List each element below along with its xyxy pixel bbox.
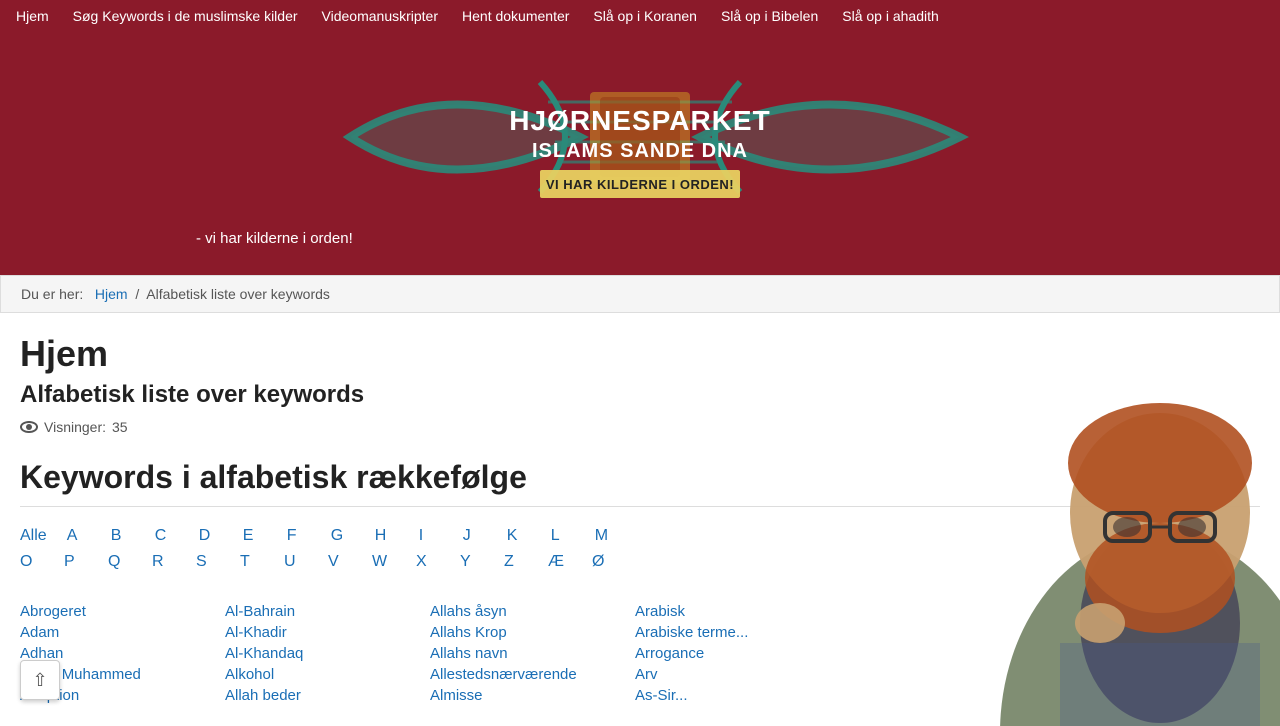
alpha-q[interactable]: Q: [108, 553, 132, 571]
eye-icon: [20, 421, 38, 433]
alpha-r[interactable]: R: [152, 553, 176, 571]
alpha-f[interactable]: F: [287, 527, 311, 545]
top-nav: Hjem Søg Keywords i de muslimske kilder …: [0, 0, 1280, 32]
keyword-arabisk[interactable]: Arabisk: [635, 601, 840, 622]
alpha-i[interactable]: I: [419, 527, 443, 545]
alpha-k[interactable]: K: [507, 527, 531, 545]
views-label: Visninger:: [44, 419, 106, 435]
nav-docs[interactable]: Hent dokumenter: [462, 8, 569, 24]
alpha-u[interactable]: U: [284, 553, 308, 571]
alpha-h[interactable]: H: [375, 527, 399, 545]
views-count: 35: [112, 419, 128, 435]
keyword-allestedsnærværende[interactable]: Allestedsnærværende: [430, 664, 635, 685]
nav-bible[interactable]: Slå op i Bibelen: [721, 8, 818, 24]
alpha-l[interactable]: L: [551, 527, 575, 545]
keyword-allahs-asyn[interactable]: Allahs åsyn: [430, 601, 635, 622]
scroll-top-button[interactable]: ⇧: [20, 660, 60, 700]
nav-search[interactable]: Søg Keywords i de muslimske kilder: [73, 8, 298, 24]
alpha-w[interactable]: W: [372, 553, 396, 571]
keyword-al-khandaq[interactable]: Al-Khandaq: [225, 643, 430, 664]
keyword-alkohol[interactable]: Alkohol: [225, 664, 430, 685]
nav-home[interactable]: Hjem: [16, 8, 49, 24]
alpha-z[interactable]: Z: [504, 553, 528, 571]
keyword-arv[interactable]: Arv: [635, 664, 840, 685]
site-logo: HJØRNESPARKET ISLAMS SANDE DNA VI HAR KI…: [300, 52, 980, 222]
main-content: Hjem Alfabetisk liste over keywords Visn…: [0, 313, 1280, 726]
page-subtitle: Alfabetisk liste over keywords: [20, 381, 1260, 409]
nav-video[interactable]: Videomanuskripter: [322, 8, 438, 24]
keyword-al-bahrain[interactable]: Al-Bahrain: [225, 601, 430, 622]
alpha-o[interactable]: O: [20, 553, 44, 571]
alpha-p[interactable]: P: [64, 553, 88, 571]
alpha-a[interactable]: A: [67, 527, 91, 545]
keyword-allah-beder[interactable]: Allah beder: [225, 685, 430, 706]
alpha-nav: Alle A B C D E F G H I J K L M O P Q R S…: [20, 527, 840, 571]
alpha-row2: O P Q R S T U V W X Y Z Æ Ø: [20, 553, 616, 571]
keyword-arrogance[interactable]: Arrogance: [635, 643, 840, 664]
alpha-b[interactable]: B: [111, 527, 135, 545]
alpha-v[interactable]: V: [328, 553, 352, 571]
breadcrumb-prefix: Du er her:: [21, 286, 83, 302]
page-title: Hjem: [20, 333, 1260, 375]
alpha-d[interactable]: D: [199, 527, 223, 545]
keyword-allahs-navn[interactable]: Allahs navn: [430, 643, 635, 664]
breadcrumb: Du er her: Hjem / Alfabetisk liste over …: [0, 275, 1280, 313]
views-info: Visninger: 35: [20, 419, 1260, 435]
breadcrumb-current: Alfabetisk liste over keywords: [146, 286, 330, 302]
breadcrumb-home-link[interactable]: Hjem: [95, 286, 128, 302]
banner-tagline: - vi har kilderne i orden!: [180, 222, 369, 255]
svg-text:VI HAR KILDERNE I ORDEN!: VI HAR KILDERNE I ORDEN!: [546, 177, 734, 192]
keyword-almisse[interactable]: Almisse: [430, 685, 635, 706]
svg-text:HJØRNESPARKET: HJØRNESPARKET: [509, 105, 770, 136]
alpha-s[interactable]: S: [196, 553, 220, 571]
alpha-oe[interactable]: Ø: [592, 553, 616, 571]
alpha-alle[interactable]: Alle: [20, 527, 47, 545]
keyword-al-khadir[interactable]: Al-Khadir: [225, 622, 430, 643]
alpha-g[interactable]: G: [331, 527, 355, 545]
keywords-list: Abrogeret Adam Adhan Adlyd Muhammed Adop…: [20, 601, 840, 706]
keyword-allahs-krop[interactable]: Allahs Krop: [430, 622, 635, 643]
chevron-up-icon: ⇧: [32, 670, 47, 691]
keywords-col3: Allahs åsyn Allahs Krop Allahs navn Alle…: [430, 601, 635, 706]
keyword-as-sir[interactable]: As-Sir...: [635, 685, 840, 706]
alpha-j[interactable]: J: [463, 527, 487, 545]
keyword-adam[interactable]: Adam: [20, 622, 225, 643]
keywords-col4: Arabisk Arabiske terme... Arrogance Arv …: [635, 601, 840, 706]
alpha-x[interactable]: X: [416, 553, 440, 571]
alpha-m[interactable]: M: [595, 527, 619, 545]
alpha-ae[interactable]: Æ: [548, 553, 572, 571]
alpha-c[interactable]: C: [155, 527, 179, 545]
nav-koran[interactable]: Slå op i Koranen: [593, 8, 697, 24]
alpha-e[interactable]: E: [243, 527, 267, 545]
keyword-abrogeret[interactable]: Abrogeret: [20, 601, 225, 622]
keyword-arabiske-terme[interactable]: Arabiske terme...: [635, 622, 840, 643]
svg-text:ISLAMS SANDE DNA: ISLAMS SANDE DNA: [532, 140, 748, 162]
keywords-col2: Al-Bahrain Al-Khadir Al-Khandaq Alkohol …: [225, 601, 430, 706]
alpha-y[interactable]: Y: [460, 553, 484, 571]
keywords-heading: Keywords i alfabetisk rækkefølge: [20, 459, 1260, 507]
alpha-t[interactable]: T: [240, 553, 264, 571]
header-banner: HJØRNESPARKET ISLAMS SANDE DNA VI HAR KI…: [0, 32, 1280, 275]
alpha-row1: Alle A B C D E F G H I J K L M: [20, 527, 619, 545]
nav-ahadith[interactable]: Slå op i ahadith: [842, 8, 939, 24]
